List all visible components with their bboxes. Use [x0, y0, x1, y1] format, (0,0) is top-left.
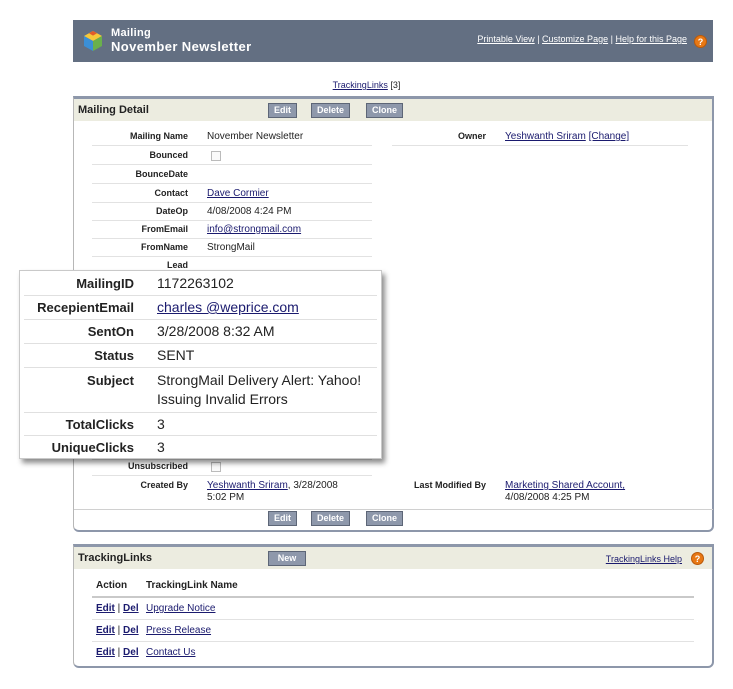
tracking-link-name[interactable]: Press Release [146, 625, 211, 636]
printable-view-link[interactable]: Printable View [477, 34, 534, 44]
bounced-checkbox [211, 151, 221, 161]
help-for-page-link[interactable]: Help for this Page [615, 34, 687, 44]
mailing-name-value: November Newsletter [207, 131, 304, 142]
sent-on-value: 3/28/2008 8:32 AM [157, 323, 275, 339]
tracking-link-name[interactable]: Upgrade Notice [146, 603, 215, 614]
recipient-email-link[interactable]: charles @weprice.com [157, 298, 299, 316]
mailing-detail-title: Mailing Detail [78, 104, 149, 116]
date-op-value: 4/08/2008 4:24 PM [207, 206, 292, 217]
total-clicks-label: TotalClicks [65, 417, 134, 432]
action-column-header: Action [96, 580, 128, 591]
sent-on-label: SentOn [87, 324, 134, 339]
contact-label: Contact [154, 188, 189, 198]
delete-row-link[interactable]: Del [123, 625, 139, 636]
tracking-links-count: [3] [390, 80, 401, 90]
unique-clicks-value: 3 [157, 439, 165, 455]
total-clicks-value: 3 [157, 416, 165, 432]
recipient-email-label: RecepientEmail [37, 300, 134, 315]
clone-button-bottom[interactable]: Clone [366, 511, 404, 526]
mailing-name-label: Mailing Name [129, 131, 188, 141]
from-email-label: FromEmail [141, 224, 188, 234]
owner-value: Yeshwanth Sriram [Change] [505, 131, 629, 142]
page-header: Mailing November Newsletter Printable Vi… [73, 20, 713, 62]
delete-button[interactable]: Delete [311, 103, 351, 118]
tracking-links-header: TrackingLinks New TrackingLinks Help ? [74, 547, 712, 569]
mailing-cube-icon [84, 31, 102, 51]
zoomed-fields-callout: MailingID 1172263102 RecepientEmail char… [19, 270, 382, 459]
subject-line1: StrongMail Delivery Alert: Yahoo! [157, 372, 362, 388]
owner-label: Owner [457, 131, 486, 141]
edit-row-link[interactable]: Edit [96, 625, 115, 636]
unsubscribed-label: Unsubscribed [127, 461, 188, 471]
table-row: Edit | Del [96, 603, 139, 614]
tracking-link-name[interactable]: Contact Us [146, 647, 195, 658]
created-by-user-link[interactable]: Yeshwanth Sriram [207, 480, 288, 491]
created-by-value: Yeshwanth Sriram, 3/28/2008 [207, 480, 338, 491]
subject-label: Subject [87, 373, 134, 388]
contact-link[interactable]: Dave Cormier [207, 188, 269, 199]
related-list-anchor: TrackingLinks [3] [0, 80, 733, 90]
from-name-label: FromName [140, 242, 188, 252]
tracking-links-help-link[interactable]: TrackingLinks Help [606, 554, 682, 564]
unsubscribed-checkbox [211, 462, 221, 472]
owner-change-link[interactable]: [Change] [589, 131, 630, 142]
status-label: Status [94, 348, 134, 363]
delete-row-link[interactable]: Del [123, 647, 139, 658]
edit-button[interactable]: Edit [268, 103, 297, 118]
new-tracking-link-button[interactable]: New [268, 551, 306, 566]
owner-user-link[interactable]: Yeshwanth Sriram [505, 131, 586, 142]
table-row: Edit | Del [96, 647, 139, 658]
created-by-label: Created By [140, 480, 188, 490]
edit-button-bottom[interactable]: Edit [268, 511, 297, 526]
lead-label: Lead [166, 260, 188, 270]
unique-clicks-label: UniqueClicks [51, 440, 134, 455]
mailing-id-label: MailingID [76, 276, 134, 291]
edit-row-link[interactable]: Edit [96, 603, 115, 614]
last-modified-by-date: 4/08/2008 4:25 PM [505, 492, 590, 503]
from-email-link[interactable]: info@strongmail.com [207, 224, 301, 235]
tracking-links-panel: TrackingLinks New TrackingLinks Help ? A… [73, 544, 714, 668]
delete-row-link[interactable]: Del [123, 603, 139, 614]
bounce-date-label: BounceDate [135, 169, 188, 179]
status-value: SENT [157, 347, 195, 363]
mailing-detail-header: Mailing Detail Edit Delete Clone [74, 99, 712, 121]
tracking-links-anchor-link[interactable]: TrackingLinks [333, 80, 388, 90]
tracking-links-title: TrackingLinks [78, 552, 152, 564]
page-title: November Newsletter [111, 39, 252, 54]
from-name-value: StrongMail [207, 242, 255, 253]
header-links: Printable View | Customize Page | Help f… [477, 34, 687, 44]
header-object-type: Mailing [111, 27, 151, 39]
customize-page-link[interactable]: Customize Page [542, 34, 608, 44]
edit-row-link[interactable]: Edit [96, 647, 115, 658]
subject-line2: Issuing Invalid Errors [157, 391, 288, 407]
date-op-label: DateOp [155, 206, 188, 216]
name-column-header: TrackingLink Name [146, 580, 238, 591]
created-by-date: , 3/28/2008 [287, 480, 338, 491]
last-modified-by-user-link[interactable]: Marketing Shared Account, [505, 480, 625, 491]
tracking-links-help-icon[interactable]: ? [691, 552, 704, 565]
created-by-time: 5:02 PM [207, 492, 245, 503]
bounced-label: Bounced [149, 150, 188, 160]
delete-button-bottom[interactable]: Delete [311, 511, 351, 526]
clone-button[interactable]: Clone [366, 103, 404, 118]
help-icon[interactable]: ? [694, 35, 707, 48]
mailing-id-value: 1172263102 [157, 275, 234, 291]
table-row: Edit | Del [96, 625, 139, 636]
last-modified-by-label: Last Modified By [413, 480, 486, 490]
